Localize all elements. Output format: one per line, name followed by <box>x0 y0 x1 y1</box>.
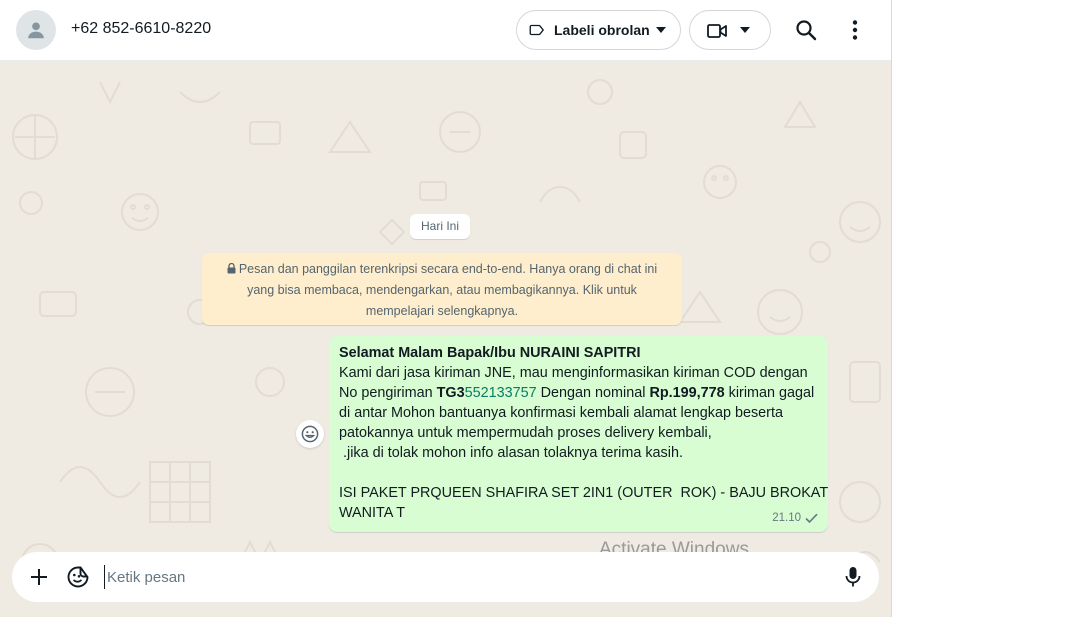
microphone-icon <box>845 567 861 587</box>
menu-button[interactable] <box>845 19 865 46</box>
lock-icon <box>227 263 236 274</box>
search-icon <box>796 20 817 41</box>
message-line: patokannya untuk mempermudah proses deli… <box>339 425 712 441</box>
more-vertical-icon <box>852 20 858 40</box>
outgoing-message-bubble[interactable]: Selamat Malam Bapak/Ibu NURAINI SAPITRI … <box>329 336 828 532</box>
sticker-icon <box>67 566 89 588</box>
emoji-sticker-button[interactable] <box>66 565 90 594</box>
message-text: kiriman gagal <box>724 385 815 401</box>
message-line: di antar Mohon bantuanya konfirmasi kemb… <box>339 405 783 421</box>
encryption-notice-line-1: Pesan dan panggilan terenkripsi secara e… <box>238 262 658 276</box>
search-button[interactable] <box>794 18 818 47</box>
chevron-down-icon <box>740 27 750 33</box>
message-input[interactable] <box>104 565 624 589</box>
whatsapp-chat-window: +62 852-6610-8220 Labeli obrolan Hari In… <box>0 0 892 617</box>
chat-header: +62 852-6610-8220 Labeli obrolan <box>0 0 891 61</box>
message-text: No pengiriman <box>339 385 437 401</box>
react-emoji-button[interactable] <box>296 420 324 448</box>
avatar[interactable] <box>16 10 56 50</box>
message-line: WANITA T <box>339 505 406 521</box>
video-camera-icon <box>707 24 727 38</box>
label-chat-label: Labeli obrolan <box>554 22 650 38</box>
message-line: ISI PAKET PRQUEEN SHAFIRA SET 2IN1 (OUTE… <box>339 485 829 501</box>
message-time: 21.10 <box>772 512 801 524</box>
message-line: .jika di tolak mohon info alasan tolakny… <box>339 445 683 461</box>
message-composer <box>12 552 879 602</box>
person-icon <box>28 22 44 39</box>
smiley-icon <box>301 425 319 443</box>
chat-panel[interactable]: Hari Ini Pesan dan panggilan terenkripsi… <box>0 62 891 617</box>
encryption-notice-line-2: yang bisa membaca, mendengarkan, atau me… <box>247 283 637 297</box>
single-check-icon <box>805 513 818 523</box>
encryption-notice-line-3: mempelajari selengkapnya. <box>365 304 519 318</box>
message-meta: 21.10 <box>772 508 818 528</box>
video-call-button[interactable] <box>689 10 771 50</box>
message-greeting: Selamat Malam Bapak/Ibu NURAINI SAPITRI <box>339 345 641 361</box>
tracking-prefix: TG3 <box>436 385 465 401</box>
attach-button[interactable] <box>28 566 50 593</box>
tracking-number-link[interactable]: 552133757 <box>465 385 537 401</box>
chevron-down-icon <box>656 27 666 33</box>
cod-amount: Rp.199,778 <box>649 385 725 401</box>
encryption-notice[interactable]: Pesan dan panggilan terenkripsi secara e… <box>202 253 682 325</box>
plus-icon <box>31 569 47 585</box>
message-line: Kami dari jasa kiriman JNE, mau menginfo… <box>339 365 808 381</box>
date-divider: Hari Ini <box>410 214 471 239</box>
voice-message-button[interactable] <box>845 566 861 593</box>
label-chat-button[interactable]: Labeli obrolan <box>516 10 681 50</box>
contact-name[interactable]: +62 852-6610-8220 <box>71 20 211 38</box>
message-text: Dengan nominal <box>536 385 650 401</box>
label-icon <box>529 24 545 36</box>
